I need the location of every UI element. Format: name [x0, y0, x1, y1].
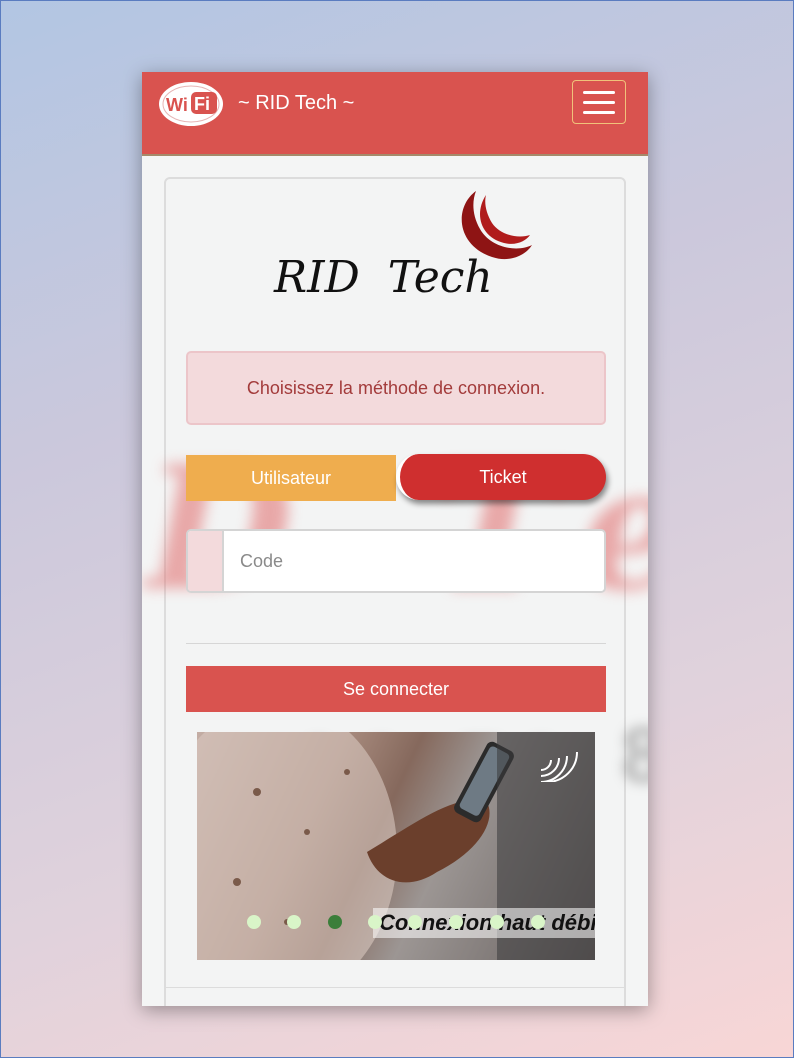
carousel-dot[interactable] — [490, 915, 504, 929]
divider — [186, 643, 606, 644]
carousel-indicators — [247, 915, 547, 931]
input-addon — [188, 531, 224, 591]
carousel-dot[interactable] — [408, 915, 422, 929]
navbar: Wi Fi ~ RID Tech ~ — [142, 72, 648, 156]
wifi-logo-icon[interactable]: Wi Fi — [158, 80, 224, 128]
carousel-dot[interactable] — [368, 915, 382, 929]
connect-button[interactable]: Se connecter — [186, 666, 606, 712]
wifi-signal-icon — [540, 751, 578, 782]
brand-logo: RID Tech — [256, 187, 556, 307]
card-footer-divider — [166, 987, 624, 988]
code-input[interactable] — [224, 531, 604, 591]
tab-ticket[interactable]: Ticket — [396, 454, 606, 500]
carousel-dot[interactable] — [287, 915, 301, 929]
tab-utilisateur[interactable]: Utilisateur — [186, 455, 396, 501]
alert-message: Choisissez la méthode de connexion. — [246, 377, 546, 398]
connection-method-alert: Choisissez la méthode de connexion. — [186, 351, 606, 425]
hamburger-line — [583, 110, 615, 114]
phone-viewport: Wi Fi ~ RID Tech ~ D Te ᴧᴧ ᴛᴧ 8 RID Tech… — [142, 72, 648, 1006]
promo-carousel[interactable]: Connexion haut débit — [197, 732, 595, 960]
code-input-group — [186, 529, 606, 593]
carousel-dot-active[interactable] — [328, 915, 342, 929]
hamburger-line — [583, 90, 615, 94]
hamburger-menu-button[interactable] — [572, 80, 626, 124]
brand-logo-text: RID Tech — [274, 252, 493, 303]
hamburger-line — [583, 100, 615, 104]
carousel-dot[interactable] — [531, 915, 545, 929]
svg-text:Fi: Fi — [194, 94, 210, 114]
carousel-dot[interactable] — [449, 915, 463, 929]
carousel-dot[interactable] — [247, 915, 261, 929]
login-card: D Te ᴧᴧ ᴛᴧ 8 RID Tech Choisissez la méth… — [146, 177, 648, 1006]
navbar-title[interactable]: ~ RID Tech ~ — [238, 92, 354, 115]
svg-text:Wi: Wi — [166, 95, 188, 115]
